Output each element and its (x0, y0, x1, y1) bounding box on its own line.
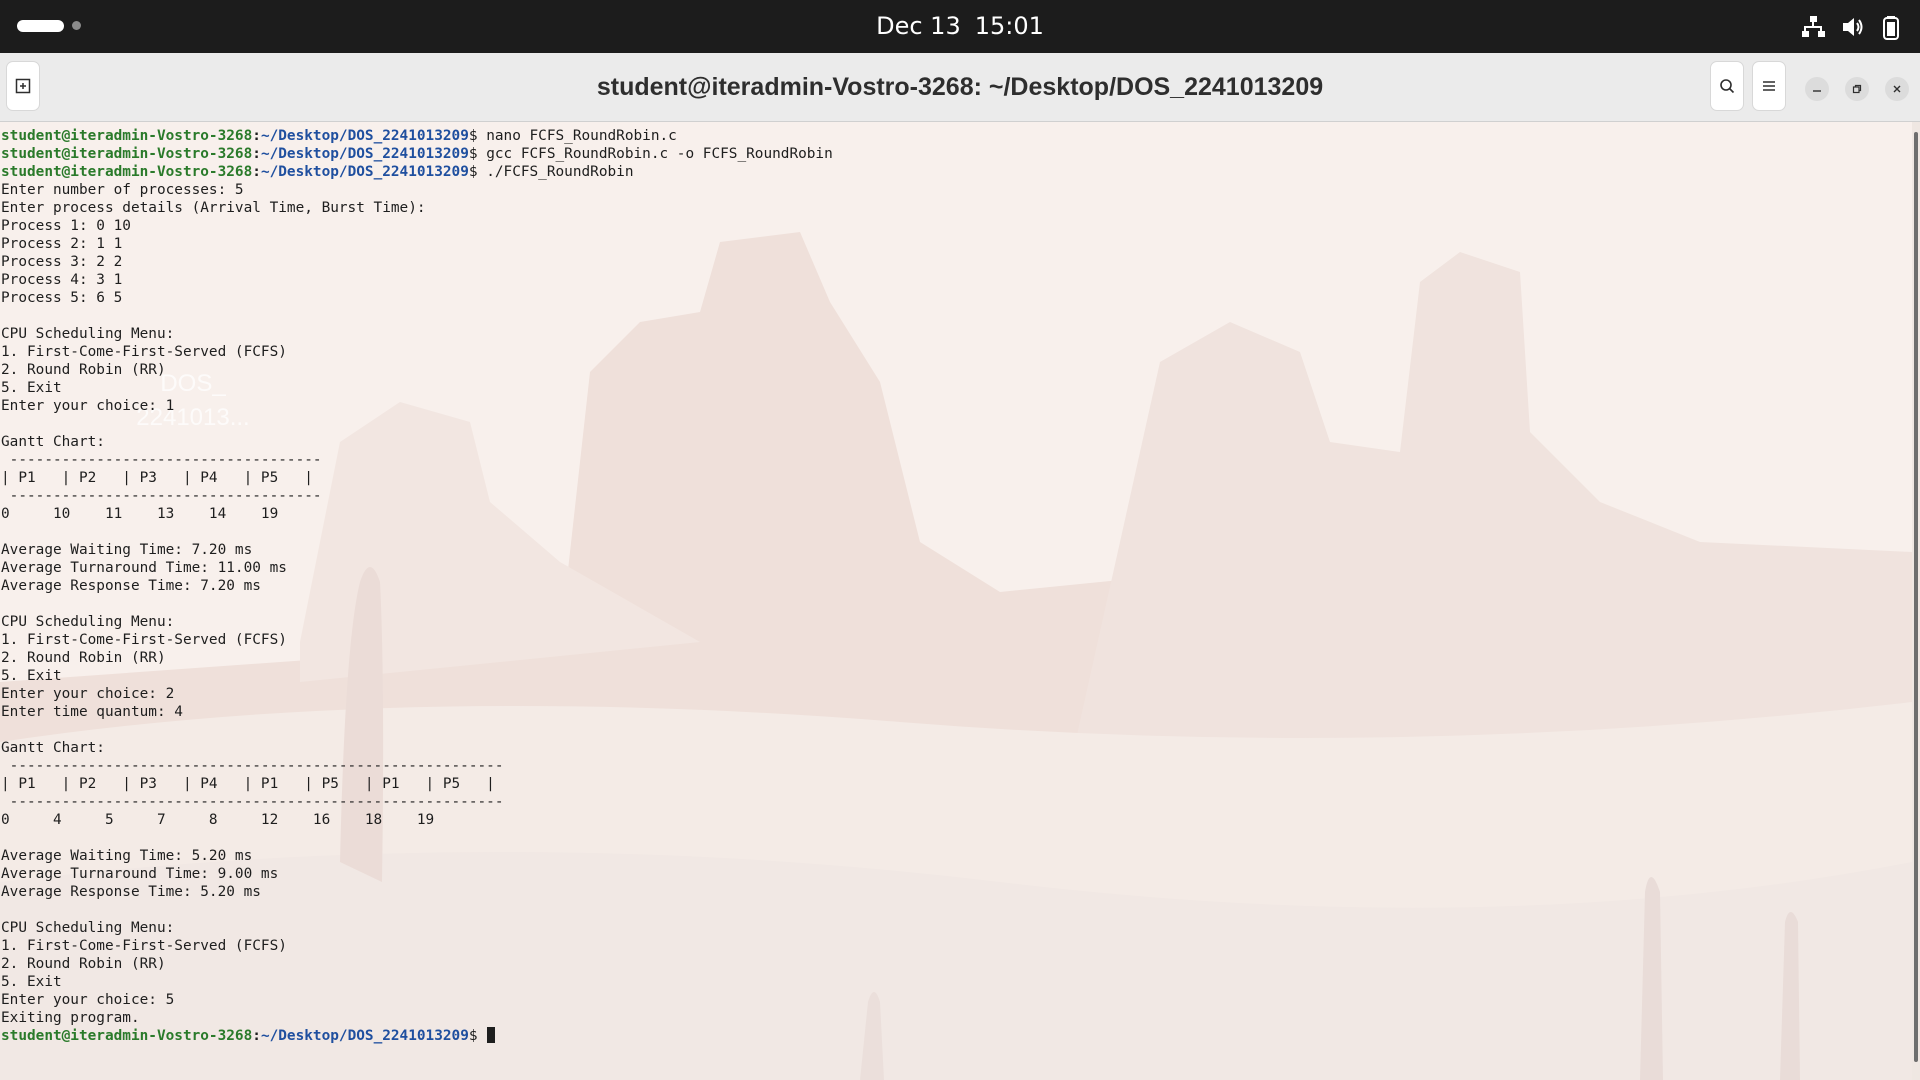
clock-date: Dec 13 (876, 12, 961, 40)
text-cursor (487, 1027, 496, 1043)
close-icon (1893, 85, 1901, 93)
prompt-symbol: $ (468, 164, 487, 180)
output-line: ------------------------------------ (1, 488, 322, 504)
minimize-icon (1813, 90, 1821, 92)
prompt-path: ~/Desktop/DOS_2241013209 (260, 128, 469, 144)
prompt-user: student@iteradmin-Vostro-3268 (1, 1028, 253, 1044)
prompt-user: student@iteradmin-Vostro-3268 (1, 146, 253, 162)
output-line: CPU Scheduling Menu: (1, 920, 175, 936)
prompt-symbol: $ (468, 128, 487, 144)
terminal-output: student@iteradmin-Vostro-3268:~/Desktop/… (1, 127, 833, 1045)
output-line: ----------------------------------------… (1, 758, 504, 774)
menu-button[interactable] (1752, 61, 1786, 111)
output-line: Process 1: 0 10 (1, 218, 131, 234)
output-line: Exiting program. (1, 1010, 140, 1026)
output-line: 0 4 5 7 8 12 16 18 19 (1, 812, 435, 828)
prompt-path: ~/Desktop/DOS_2241013209 (260, 164, 469, 180)
command-text: ./FCFS_RoundRobin (486, 164, 634, 180)
output-line: | P1 | P2 | P3 | P4 | P5 | (1, 470, 313, 486)
output-line: Average Turnaround Time: 9.00 ms (1, 866, 279, 882)
output-line: Enter your choice: 2 (1, 686, 175, 702)
window-title: student@iteradmin-Vostro-3268: ~/Desktop… (596, 73, 1324, 101)
prompt-colon: : (252, 1028, 261, 1044)
terminal-window: student@iteradmin-Vostro-3268: ~/Desktop… (0, 53, 1920, 1080)
prompt-line: student@iteradmin-Vostro-3268:~/Desktop/… (1, 1027, 833, 1045)
prompt-path: ~/Desktop/DOS_2241013209 (260, 146, 469, 162)
maximize-button[interactable] (1845, 77, 1869, 101)
prompt-colon: : (252, 146, 261, 162)
search-icon (1720, 79, 1735, 94)
hamburger-menu-icon (1763, 81, 1775, 91)
output-line: Process 4: 3 1 (1, 272, 123, 288)
minimize-button[interactable] (1805, 77, 1829, 101)
output-line: 5. Exit (1, 668, 62, 684)
prompt-user: student@iteradmin-Vostro-3268 (1, 164, 253, 180)
prompt-colon: : (252, 128, 261, 144)
output-line: 0 10 11 13 14 19 (1, 506, 279, 522)
output-line: Gantt Chart: (1, 434, 105, 450)
clock[interactable]: Dec 13 15:01 (0, 0, 1920, 53)
output-line: | P1 | P2 | P3 | P4 | P1 | P5 | P1 | P5 … (1, 776, 495, 792)
prompt-user: student@iteradmin-Vostro-3268 (1, 128, 253, 144)
prompt-line: student@iteradmin-Vostro-3268:~/Desktop/… (1, 127, 833, 145)
output-line: Process 3: 2 2 (1, 254, 123, 270)
restore-icon (1852, 84, 1862, 94)
output-line: Average Turnaround Time: 11.00 ms (1, 560, 287, 576)
volume-icon[interactable] (1840, 14, 1866, 40)
output-line: 1. First-Come-First-Served (FCFS) (1, 938, 287, 954)
output-line: Enter process details (Arrival Time, Bur… (1, 200, 426, 216)
output-line: 2. Round Robin (RR) (1, 956, 166, 972)
output-line: 1. First-Come-First-Served (FCFS) (1, 344, 287, 360)
terminal-area[interactable]: DOS_ 2241013... student@iteradmin-Vostro… (0, 122, 1912, 1080)
output-line: Enter your choice: 1 (1, 398, 175, 414)
output-line: Gantt Chart: (1, 740, 105, 756)
output-line: 1. First-Come-First-Served (FCFS) (1, 632, 287, 648)
scrollbar[interactable] (1912, 122, 1920, 1080)
output-line: Process 2: 1 1 (1, 236, 123, 252)
output-line: Average Response Time: 5.20 ms (1, 884, 261, 900)
output-line: Enter number of processes: 5 (1, 182, 244, 198)
scrollbar-thumb[interactable] (1914, 132, 1918, 1062)
output-line: ------------------------------------ (1, 452, 322, 468)
output-line: Average Waiting Time: 7.20 ms (1, 542, 253, 558)
command-text: gcc FCFS_RoundRobin.c -o FCFS_RoundRobin (486, 146, 833, 162)
header-bar: student@iteradmin-Vostro-3268: ~/Desktop… (0, 53, 1920, 122)
output-line: Enter time quantum: 4 (1, 704, 183, 720)
output-line: CPU Scheduling Menu: (1, 614, 175, 630)
output-line: Enter your choice: 5 (1, 992, 175, 1008)
prompt-symbol: $ (468, 1028, 487, 1044)
output-line: 2. Round Robin (RR) (1, 362, 166, 378)
prompt-line: student@iteradmin-Vostro-3268:~/Desktop/… (1, 145, 833, 163)
network-icon[interactable] (1800, 14, 1826, 40)
output-line: CPU Scheduling Menu: (1, 326, 175, 342)
prompt-colon: : (252, 164, 261, 180)
output-line: ----------------------------------------… (1, 794, 504, 810)
output-line: Average Waiting Time: 5.20 ms (1, 848, 253, 864)
prompt-symbol: $ (468, 146, 487, 162)
search-button[interactable] (1710, 61, 1744, 111)
command-text: nano FCFS_RoundRobin.c (486, 128, 677, 144)
close-button[interactable] (1885, 77, 1909, 101)
output-line: 5. Exit (1, 380, 62, 396)
output-line: 5. Exit (1, 974, 62, 990)
output-line: Process 5: 6 5 (1, 290, 123, 306)
output-line: Average Response Time: 7.20 ms (1, 578, 261, 594)
output-line: 2. Round Robin (RR) (1, 650, 166, 666)
top-bar: Dec 13 15:01 (0, 0, 1920, 53)
battery-icon[interactable] (1878, 14, 1904, 40)
clock-time: 15:01 (974, 12, 1044, 40)
prompt-line: student@iteradmin-Vostro-3268:~/Desktop/… (1, 163, 833, 181)
prompt-path: ~/Desktop/DOS_2241013209 (260, 1028, 469, 1044)
